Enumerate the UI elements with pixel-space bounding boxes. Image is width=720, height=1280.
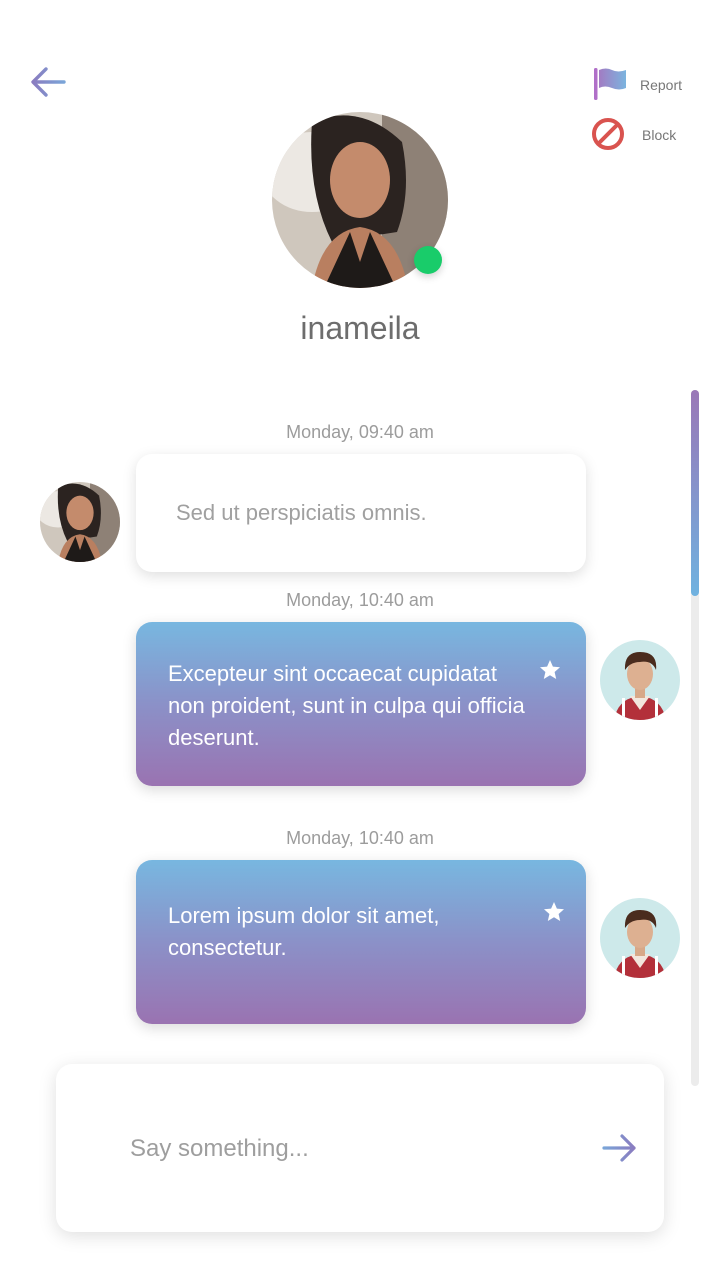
block-button[interactable]: Block [590, 116, 690, 156]
block-label: Block [642, 127, 677, 143]
arrow-left-icon [31, 67, 66, 97]
send-button[interactable] [600, 1130, 640, 1166]
message-text: Sed ut perspiciatis omnis. [176, 500, 427, 525]
report-button[interactable]: Report [590, 64, 690, 104]
message-timestamp: Monday, 09:40 am [286, 422, 434, 442]
arrow-right-icon [602, 1134, 636, 1162]
user-photo [600, 640, 680, 720]
incoming-message-bubble[interactable]: Sed ut perspiciatis omnis. [136, 454, 586, 572]
chat-scrollbar-thumb[interactable] [691, 390, 699, 596]
flag-icon [594, 68, 626, 100]
message-text: Lorem ipsum dolor sit amet, consectetur. [168, 903, 440, 960]
back-button[interactable] [26, 58, 74, 106]
outgoing-message-bubble[interactable]: Lorem ipsum dolor sit amet, consectetur. [136, 860, 586, 1024]
message-timestamp: Monday, 10:40 am [286, 828, 434, 848]
message-input[interactable] [128, 1128, 572, 1170]
message-composer [56, 1064, 664, 1232]
user-avatar[interactable] [600, 898, 680, 978]
online-status-indicator [414, 246, 442, 274]
profile-username: inameila [300, 310, 420, 346]
message-timestamp: Monday, 10:40 am [286, 590, 434, 610]
block-icon [592, 118, 624, 150]
user-avatar[interactable] [600, 640, 680, 720]
message-text: Excepteur sint occaecat cupidatat non pr… [168, 661, 525, 750]
sender-avatar[interactable] [40, 482, 120, 562]
sender-photo [40, 482, 120, 562]
star-icon[interactable] [538, 658, 562, 682]
report-label: Report [640, 77, 683, 93]
user-photo [600, 898, 680, 978]
outgoing-message-bubble[interactable]: Excepteur sint occaecat cupidatat non pr… [136, 622, 586, 786]
star-icon[interactable] [542, 900, 566, 924]
